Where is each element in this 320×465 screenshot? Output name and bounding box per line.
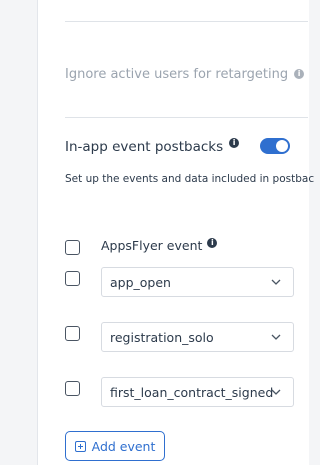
info-icon[interactable]: i <box>229 138 240 148</box>
event-select-value: registration_solo <box>110 329 214 345</box>
appsflyer-event-header: AppsFlyer event i <box>101 237 218 253</box>
postbacks-description: Set up the events and data included in p… <box>65 173 315 185</box>
in-app-postbacks-toggle[interactable] <box>260 138 290 154</box>
in-app-postbacks-label: In-app event postbacks <box>65 139 224 155</box>
info-icon[interactable]: i <box>207 237 218 248</box>
event-select[interactable]: registration_solo <box>101 322 294 352</box>
toggle-knob <box>276 140 288 152</box>
add-event-label: Add event <box>91 438 156 454</box>
ignore-retargeting-label: Ignore active users for retargeting <box>65 66 289 82</box>
event-select[interactable]: app_open <box>101 267 294 297</box>
info-icon[interactable]: i <box>294 69 305 79</box>
event-row-checkbox[interactable] <box>65 381 80 396</box>
appsflyer-event-header-label: AppsFlyer event <box>101 238 203 253</box>
add-event-button[interactable]: Add event <box>65 431 165 461</box>
event-select-value: first_loan_contract_signed <box>110 384 274 400</box>
ignore-retargeting-row: Ignore active users for retargeting i <box>65 64 305 84</box>
event-select-value: app_open <box>110 274 171 290</box>
chevron-down-icon <box>271 389 281 395</box>
divider <box>65 117 308 118</box>
select-all-checkbox[interactable] <box>65 240 80 255</box>
plus-square-icon <box>74 440 86 452</box>
event-row-checkbox[interactable] <box>65 271 80 286</box>
divider <box>65 21 308 22</box>
in-app-postbacks-row: In-app event postbacks i <box>65 137 240 157</box>
event-row-checkbox[interactable] <box>65 326 80 341</box>
chevron-down-icon <box>271 334 281 340</box>
event-select[interactable]: first_loan_contract_signed <box>101 377 294 407</box>
chevron-down-icon <box>271 279 281 285</box>
